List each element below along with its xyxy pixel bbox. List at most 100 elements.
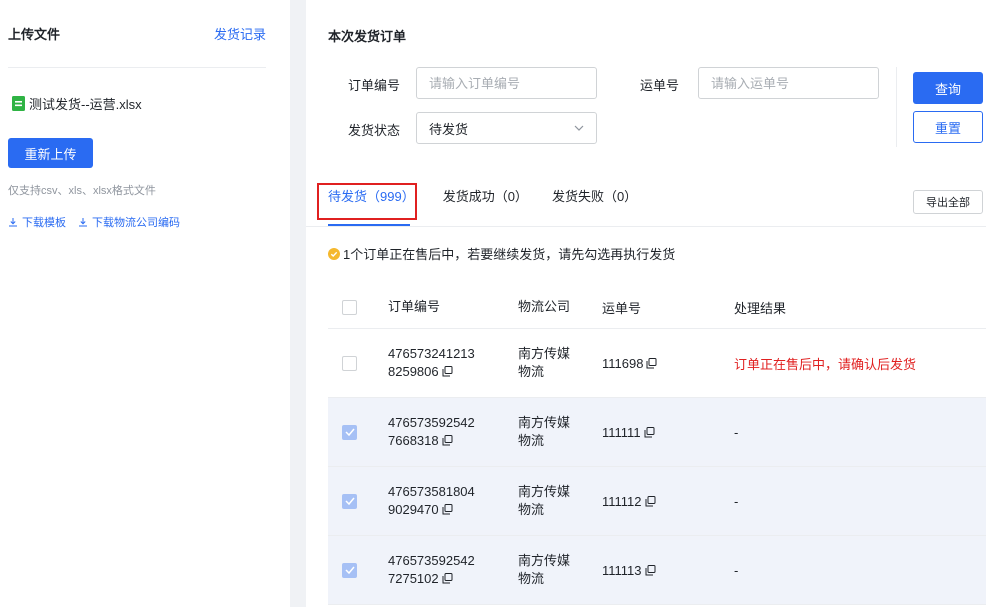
upload-panel: 上传文件 发货记录 测试发货--运营.xlsx 重新上传 仅支持csv、xls、…: [0, 0, 290, 607]
order-number-line1: 476573592542: [388, 415, 475, 430]
excel-file-icon: [12, 96, 25, 111]
waybill-number-input[interactable]: [698, 67, 879, 99]
order-number-cell: 476573241213 8259806: [388, 345, 518, 381]
uploaded-file: 测试发货--运营.xlsx: [8, 94, 266, 113]
row-checkbox-cell: [328, 562, 388, 578]
check-icon: [344, 566, 355, 574]
logistics-company-cell: 南方传媒 物流: [518, 552, 602, 588]
check-icon: [344, 428, 355, 436]
filter-divider: [896, 67, 897, 147]
waybill-number-label: 运单号: [640, 78, 680, 93]
shipping-status-select[interactable]: 待发货: [416, 112, 597, 144]
query-button[interactable]: 查询: [913, 72, 983, 104]
header-checkbox-cell: [328, 299, 388, 315]
uploaded-file-name: 测试发货--运营.xlsx: [29, 97, 142, 112]
waybill-cell: 111698: [602, 356, 734, 371]
download-icon: [9, 218, 17, 227]
order-number-line2: 8259806: [388, 364, 439, 379]
order-number-cell: 476573581804 9029470: [388, 483, 518, 519]
order-number-line1: 476573581804: [388, 484, 475, 499]
reset-button[interactable]: 重置: [913, 111, 983, 143]
export-all-button[interactable]: 导出全部: [913, 190, 983, 214]
row-checkbox[interactable]: [342, 355, 357, 371]
download-logistics-codes-label: 下载物流公司编码: [92, 217, 180, 229]
company-line2: 物流: [518, 502, 545, 517]
row-checkbox[interactable]: [342, 562, 357, 578]
table-header: 订单编号 物流公司 运单号 处理结果: [328, 286, 986, 329]
file-format-hint: 仅支持csv、xls、xlsx格式文件: [8, 185, 156, 197]
copy-icon[interactable]: [645, 564, 656, 576]
orders-panel-title: 本次发货订单: [328, 29, 407, 44]
download-icon: [79, 218, 87, 227]
check-circle-icon: [328, 247, 340, 260]
upload-panel-header: 上传文件 发货记录: [8, 0, 266, 68]
logistics-company-cell: 南方传媒 物流: [518, 414, 602, 450]
order-number-line2-wrap: 9029470: [388, 501, 518, 519]
waybill-number: 111113: [602, 562, 642, 578]
order-number-label: 订单编号: [348, 78, 401, 93]
waybill-cell: 111113: [602, 563, 734, 578]
orders-panel: 本次发货订单 订单编号 运单号 发货状态 待发货 查询 重置 待发货（999） …: [306, 0, 986, 607]
row-checkbox-cell: [328, 493, 388, 509]
order-number-line2: 9029470: [388, 502, 439, 517]
after-sale-notice-text: 1个订单正在售后中，若要继续发货，请先勾选再执行发货: [343, 247, 676, 262]
result-cell: 订单正在售后中，请确认后发货: [734, 356, 917, 372]
row-checkbox-cell: [328, 355, 388, 371]
company-line1: 南方传媒: [518, 553, 571, 568]
download-links: 下载模板 下载物流公司编码: [8, 214, 266, 230]
company-line1: 南方传媒: [518, 415, 571, 430]
row-checkbox[interactable]: [342, 493, 357, 509]
copy-icon[interactable]: [644, 426, 655, 438]
order-number-input[interactable]: [416, 67, 597, 99]
order-number-line2-wrap: 7668318: [388, 432, 518, 450]
result-cell: -: [734, 493, 739, 509]
order-number-line1: 476573592542: [388, 553, 475, 568]
order-number-line2-wrap: 7275102: [388, 570, 518, 588]
order-number-cell: 476573592542 7275102: [388, 552, 518, 588]
reupload-button[interactable]: 重新上传: [8, 138, 93, 168]
company-line1: 南方传媒: [518, 484, 571, 499]
copy-icon[interactable]: [442, 435, 453, 446]
chevron-down-icon: [574, 125, 584, 131]
company-line2: 物流: [518, 364, 545, 379]
table-row: 476573241213 8259806 南方传媒 物流 111698 订单正在…: [328, 329, 986, 398]
order-number-line1: 476573241213: [388, 346, 475, 361]
order-number-cell: 476573592542 7668318: [388, 414, 518, 450]
orders-table: 订单编号 物流公司 运单号 处理结果 476573241213 8259806 …: [328, 286, 986, 605]
header-logistics-company: 物流公司: [518, 299, 571, 314]
shipping-history-link[interactable]: 发货记录: [214, 24, 266, 43]
order-number-line2-wrap: 8259806: [388, 363, 518, 381]
tab-failed[interactable]: 发货失败（0）: [552, 186, 637, 205]
logistics-company-cell: 南方传媒 物流: [518, 345, 602, 381]
check-icon: [344, 497, 355, 505]
tab-success[interactable]: 发货成功（0）: [443, 186, 528, 205]
copy-icon[interactable]: [645, 495, 656, 507]
waybill-number: 111111: [602, 424, 641, 440]
copy-icon[interactable]: [442, 366, 453, 377]
row-checkbox-cell: [328, 424, 388, 440]
waybill-cell: 111112: [602, 494, 734, 509]
result-cell: -: [734, 562, 739, 578]
logistics-company-cell: 南方传媒 物流: [518, 483, 602, 519]
download-logistics-codes-link[interactable]: 下载物流公司编码: [78, 214, 180, 230]
copy-icon[interactable]: [442, 573, 453, 584]
after-sale-notice: 1个订单正在售后中，若要继续发货，请先勾选再执行发货: [328, 244, 675, 263]
select-all-checkbox[interactable]: [342, 299, 357, 315]
header-waybill-number: 运单号: [602, 300, 642, 316]
waybill-cell: 111111: [602, 425, 734, 440]
company-line2: 物流: [518, 571, 545, 586]
shipping-status-value: 待发货: [429, 121, 469, 137]
copy-icon[interactable]: [646, 357, 657, 369]
order-number-line2: 7275102: [388, 571, 439, 586]
company-line1: 南方传媒: [518, 346, 571, 361]
tab-pending[interactable]: 待发货（999）: [328, 186, 415, 205]
row-checkbox[interactable]: [342, 424, 357, 440]
table-row: 476573581804 9029470 南方传媒 物流 111112 -: [328, 467, 986, 536]
download-template-link[interactable]: 下载模板: [8, 214, 66, 230]
header-order-number: 订单编号: [388, 299, 441, 314]
download-template-label: 下载模板: [22, 217, 66, 229]
company-line2: 物流: [518, 433, 545, 448]
table-row: 476573592542 7275102 南方传媒 物流 111113 -: [328, 536, 986, 605]
upload-panel-title: 上传文件: [8, 27, 61, 42]
copy-icon[interactable]: [442, 504, 453, 515]
